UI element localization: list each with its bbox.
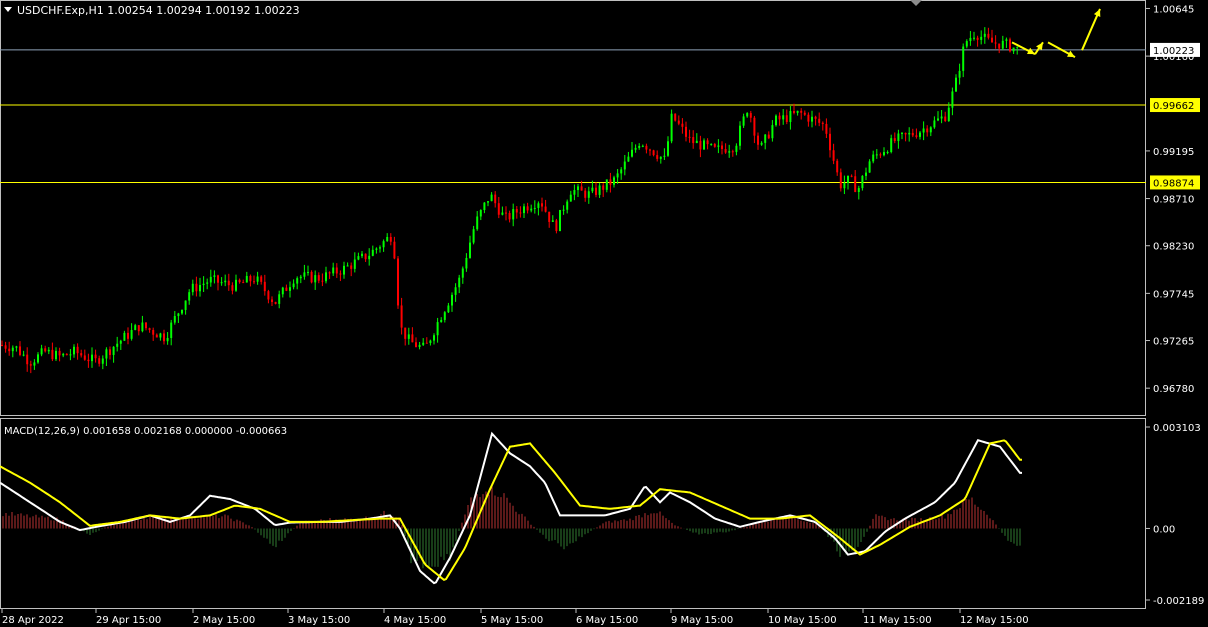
macd-tick-label: 0.003103 — [1153, 423, 1201, 434]
price-tick-label: 0.96780 — [1153, 384, 1194, 395]
svg-text:0.99662: 0.99662 — [1153, 101, 1194, 112]
time-tick-label: 4 May 15:00 — [384, 615, 446, 626]
price-tick-label: 0.99195 — [1153, 147, 1194, 158]
price-tick-label: 0.97745 — [1153, 289, 1194, 300]
time-tick-label: 6 May 15:00 — [576, 615, 638, 626]
price-tick-label: 1.00645 — [1153, 4, 1194, 15]
price-tick-label: 0.98710 — [1153, 195, 1194, 206]
current-price-tag: 1.00223 — [1150, 42, 1200, 57]
time-tick-label: 10 May 15:00 — [768, 615, 837, 626]
price-panel — [0, 0, 1146, 416]
svg-text:0.98874: 0.98874 — [1153, 178, 1194, 189]
time-tick-label: 12 May 15:00 — [960, 615, 1029, 626]
level-tag-1: 0.99662 — [1150, 98, 1200, 113]
svg-text:1.00223: 1.00223 — [1153, 46, 1194, 57]
candle — [670, 109, 673, 144]
candle — [674, 113, 677, 122]
macd-axis: 0.003103 0.00 -0.002189 — [1146, 423, 1204, 607]
time-tick-label: 28 Apr 2022 — [2, 615, 64, 626]
time-tick-label: 9 May 15:00 — [671, 615, 733, 626]
candle — [310, 270, 313, 284]
candle — [397, 256, 399, 309]
level-tag-2: 0.98874 — [1150, 175, 1200, 190]
time-axis: 28 Apr 2022 29 Apr 15:00 2 May 15:00 3 May … — [1, 609, 1029, 626]
time-tick-label: 5 May 15:00 — [481, 615, 543, 626]
chart-title: USDCHF.Exp,H1 1.00254 1.00294 1.00192 1.… — [17, 4, 300, 17]
time-tick-label: 3 May 15:00 — [288, 615, 350, 626]
chart-canvas: 1.006451.001600.991950.987100.982300.977… — [0, 0, 1204, 626]
macd-title: MACD(12,26,9) 0.001658 0.002168 0.000000… — [4, 426, 287, 437]
candle — [775, 114, 777, 127]
time-tick-label: 11 May 15:00 — [863, 615, 932, 626]
price-axis: 1.006451.001600.991950.987100.982300.977… — [1146, 4, 1200, 395]
price-tick-label: 0.97265 — [1153, 337, 1194, 348]
macd-tick-label: 0.00 — [1153, 524, 1175, 535]
time-tick-label: 29 Apr 15:00 — [96, 615, 161, 626]
macd-tick-label: -0.002189 — [1153, 596, 1204, 607]
candle — [1009, 37, 1011, 53]
time-tick-label: 2 May 15:00 — [193, 615, 255, 626]
candle — [559, 209, 561, 232]
price-tick-label: 0.98230 — [1153, 242, 1194, 253]
